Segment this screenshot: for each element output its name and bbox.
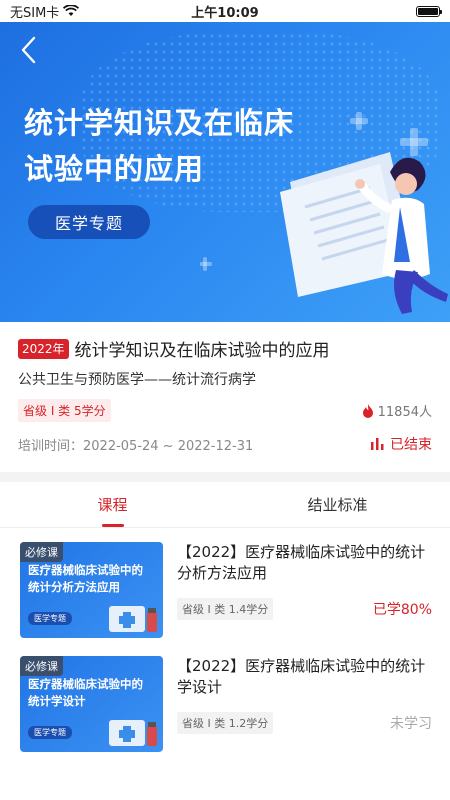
thumbnail-pill: 医学专题 <box>28 612 72 625</box>
tab-courses[interactable]: 课程 <box>0 482 225 527</box>
thumbnail-pill: 医学专题 <box>28 726 72 739</box>
lesson-credit: 省级 I 类 1.2学分 <box>177 712 274 734</box>
medical-kit-icon <box>109 606 157 632</box>
tab-bar: 课程 结业标准 <box>0 482 450 528</box>
lesson-thumbnail: 必修课 医疗器械临床试验中的 统计分析方法应用 医学专题 <box>20 542 163 638</box>
thumbnail-title-line: 医疗器械临床试验中的 <box>28 563 143 577</box>
thumbnail-title: 医疗器械临床试验中的 统计学设计 <box>28 676 143 710</box>
lesson-meta: 省级 I 类 1.4学分 已学80% <box>177 598 432 620</box>
status-badge: 已结束 <box>371 434 432 454</box>
course-title: 统计学知识及在临床试验中的应用 <box>74 341 330 361</box>
section-divider <box>0 472 450 482</box>
list-item[interactable]: 必修课 医疗器械临床试验中的 统计分析方法应用 医学专题 【2022】医疗器械临… <box>20 542 432 640</box>
thumbnail-title: 医疗器械临床试验中的 统计分析方法应用 <box>28 562 143 596</box>
chevron-left-icon <box>21 36 36 64</box>
status-bar: 无SIM卡 上午10:09 <box>0 0 450 22</box>
required-tag: 必修课 <box>20 656 63 676</box>
training-dates: 培训时间：2022-05-24 ~ 2022-12-31 <box>18 438 254 454</box>
learner-count: 11854人 <box>362 401 432 420</box>
credit-badge: 省级 I 类 5学分 <box>18 399 111 422</box>
lesson-thumbnail: 必修课 医疗器械临床试验中的 统计学设计 医学专题 <box>20 656 163 752</box>
back-button[interactable] <box>14 34 42 66</box>
lesson-title: 【2022】医疗器械临床试验中的统计分析方法应用 <box>177 543 426 582</box>
course-banner: 统计学知识及在临床 试验中的应用 医学专题 <box>0 22 450 322</box>
course-info: 2022年 统计学知识及在临床试验中的应用 公共卫生与预防医学——统计流行病学 … <box>0 322 450 470</box>
thumbnail-title-line: 医疗器械临床试验中的 <box>28 677 143 691</box>
lesson-info: 【2022】医疗器械临床试验中的统计分析方法应用 省级 I 类 1.4学分 已学… <box>163 542 432 640</box>
bar-chart-icon <box>371 438 384 450</box>
lesson-progress: 已学80% <box>372 602 432 618</box>
medical-kit-icon <box>109 720 157 746</box>
wifi-icon <box>63 5 80 16</box>
lesson-meta: 省级 I 类 1.2学分 未学习 <box>177 712 432 734</box>
date-row: 培训时间：2022-05-24 ~ 2022-12-31 已结束 <box>18 434 432 454</box>
carrier-label: 无SIM卡 <box>10 5 60 21</box>
meta-row: 省级 I 类 5学分 11854人 <box>18 399 432 422</box>
required-tag: 必修课 <box>20 542 63 562</box>
title-row: 2022年 统计学知识及在临床试验中的应用 <box>18 336 432 361</box>
tab-completion-criteria[interactable]: 结业标准 <box>225 482 450 527</box>
lesson-info: 【2022】医疗器械临床试验中的统计学设计 省级 I 类 1.2学分 未学习 <box>163 656 432 754</box>
flame-icon <box>362 403 373 418</box>
banner-tag: 医学专题 <box>28 205 150 239</box>
lesson-progress: 未学习 <box>390 716 432 732</box>
status-text: 已结束 <box>390 437 432 453</box>
doctor-illustration-icon <box>200 112 448 314</box>
year-badge: 2022年 <box>18 338 69 359</box>
battery-icon <box>416 5 442 17</box>
learner-count-text: 11854人 <box>377 405 432 420</box>
list-item[interactable]: 必修课 医疗器械临床试验中的 统计学设计 医学专题 【2022】医疗器械临床试验… <box>20 656 432 754</box>
course-subtitle: 公共卫生与预防医学——统计流行病学 <box>18 372 256 388</box>
lesson-credit: 省级 I 类 1.4学分 <box>177 598 274 620</box>
status-left: 无SIM卡 <box>10 2 80 21</box>
lesson-title: 【2022】医疗器械临床试验中的统计学设计 <box>177 657 426 696</box>
